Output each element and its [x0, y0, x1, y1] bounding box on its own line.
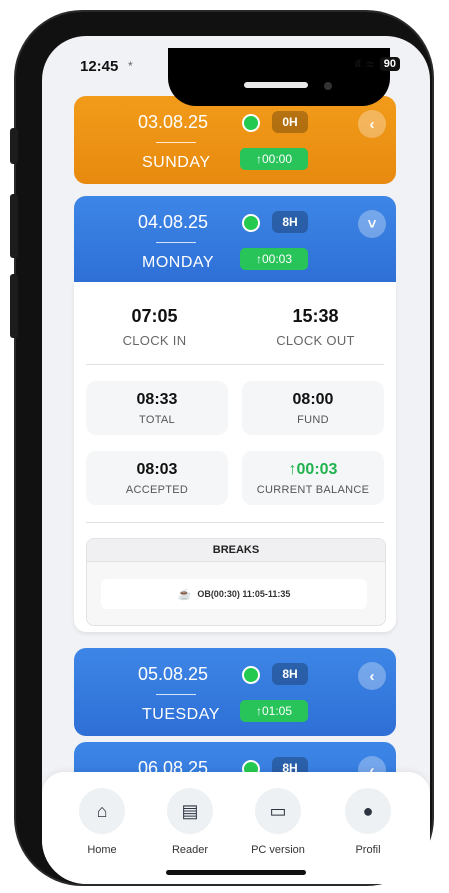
stat-current-balance-value: ↑00:03 — [288, 461, 338, 478]
clock-in-label: CLOCK IN — [122, 333, 187, 348]
nav-home-label: Home — [87, 844, 117, 856]
day-card-sunday[interactable]: 03.08.25 SUNDAY 0H ↑00:00 ‹ — [74, 96, 396, 184]
hours-badge: 8H — [272, 663, 308, 685]
break-item[interactable]: ☕ OB(00:30) 11:05-11:35 — [101, 579, 367, 609]
stat-fund-value: 08:00 — [292, 391, 334, 408]
break-item-text: OB(00:30) 11:05-11:35 — [197, 589, 291, 599]
day-weekday: TUESDAY — [142, 706, 220, 723]
clock-in: 07:05 CLOCK IN — [74, 306, 235, 348]
bottom-nav: ⌂ Home ▤ Reader ▭ PC version ● Profil — [42, 772, 430, 884]
date-divider — [156, 142, 196, 143]
nav-profil[interactable]: ● Profil — [328, 788, 408, 856]
nav-pc-version[interactable]: ▭ PC version — [238, 788, 318, 856]
nav-home[interactable]: ⌂ Home — [62, 788, 142, 856]
date-divider — [156, 242, 196, 243]
balance-badge: ↑01:05 — [240, 700, 308, 722]
coffee-cup-icon: ☕ — [177, 588, 192, 601]
breaks-section: BREAKS ☕ OB(00:30) 11:05-11:35 — [86, 538, 386, 626]
day-weekday: MONDAY — [142, 254, 215, 271]
reader-icon: ▤ — [167, 788, 213, 834]
day-weekday: SUNDAY — [142, 154, 211, 171]
status-dot-icon — [242, 666, 260, 684]
stat-current-balance: ↑00:03 CURRENT BALANCE — [242, 451, 384, 505]
notch-speaker — [244, 82, 308, 88]
chevron-down-icon[interactable]: ˅ — [358, 210, 386, 238]
phone-screen: 12:45 * ıll ≈ 90 03.08.25 SUNDAY 0H ↑00:… — [42, 36, 430, 884]
status-dot-icon — [242, 114, 260, 132]
balance-badge: ↑00:03 — [240, 248, 308, 270]
notch-camera — [324, 82, 332, 90]
day-date: 05.08.25 — [138, 664, 209, 684]
chevron-left-icon[interactable]: ‹ — [358, 110, 386, 138]
day-detail-panel: 07:05 CLOCK IN 15:38 CLOCK OUT 08:33 TOT… — [74, 282, 396, 632]
day-date: 04.08.25 — [138, 212, 209, 232]
status-dot-icon — [242, 214, 260, 232]
chevron-left-icon[interactable]: ‹ — [358, 662, 386, 690]
home-indicator — [166, 870, 306, 875]
day-card-monday[interactable]: 04.08.25 MONDAY 8H ↑00:03 ˅ — [74, 196, 396, 284]
stat-current-balance-label: CURRENT BALANCE — [256, 484, 370, 496]
balance-badge: ↑00:00 — [240, 148, 308, 170]
status-activity-icon: * — [128, 59, 133, 73]
nav-reader[interactable]: ▤ Reader — [150, 788, 230, 856]
hours-badge: 8H — [272, 211, 308, 233]
day-card-tuesday[interactable]: 05.08.25 TUESDAY 8H ↑01:05 ‹ — [74, 648, 396, 736]
day-date: 03.08.25 — [138, 112, 209, 132]
status-time: 12:45 — [80, 58, 119, 75]
stat-fund-label: FUND — [297, 414, 329, 426]
stat-fund: 08:00 FUND — [242, 381, 384, 435]
user-icon: ● — [345, 788, 391, 834]
nav-reader-label: Reader — [171, 844, 209, 856]
divider — [86, 522, 384, 523]
stat-total-label: TOTAL — [139, 414, 175, 426]
clock-out: 15:38 CLOCK OUT — [235, 306, 396, 348]
divider — [86, 364, 384, 365]
day-list[interactable]: 03.08.25 SUNDAY 0H ↑00:00 ‹ 04.08.25 MON… — [42, 36, 430, 884]
date-divider — [156, 694, 196, 695]
stat-accepted: 08:03 ACCEPTED — [86, 451, 228, 505]
nav-profil-label: Profil — [355, 844, 381, 856]
stat-total: 08:33 TOTAL — [86, 381, 228, 435]
clock-out-label: CLOCK OUT — [276, 333, 355, 348]
wifi-icon: ≈ — [366, 56, 374, 72]
stat-accepted-value: 08:03 — [136, 461, 178, 478]
nav-pc-version-label: PC version — [251, 844, 305, 856]
home-icon: ⌂ — [79, 788, 125, 834]
breaks-title: BREAKS — [87, 539, 385, 562]
status-icons: ıll ≈ 90 — [355, 56, 400, 72]
phone-side-button-mute — [10, 128, 18, 164]
clock-in-value: 07:05 — [131, 306, 178, 326]
phone-side-button-volume-down — [10, 274, 18, 338]
monitor-icon: ▭ — [255, 788, 301, 834]
battery-icon: 90 — [379, 57, 400, 71]
hours-badge: 0H — [272, 111, 308, 133]
phone-side-button-volume-up — [10, 194, 18, 258]
clock-out-value: 15:38 — [292, 306, 339, 326]
stat-total-value: 08:33 — [136, 391, 178, 408]
stat-accepted-label: ACCEPTED — [125, 484, 189, 496]
signal-icon: ıll — [354, 58, 361, 70]
